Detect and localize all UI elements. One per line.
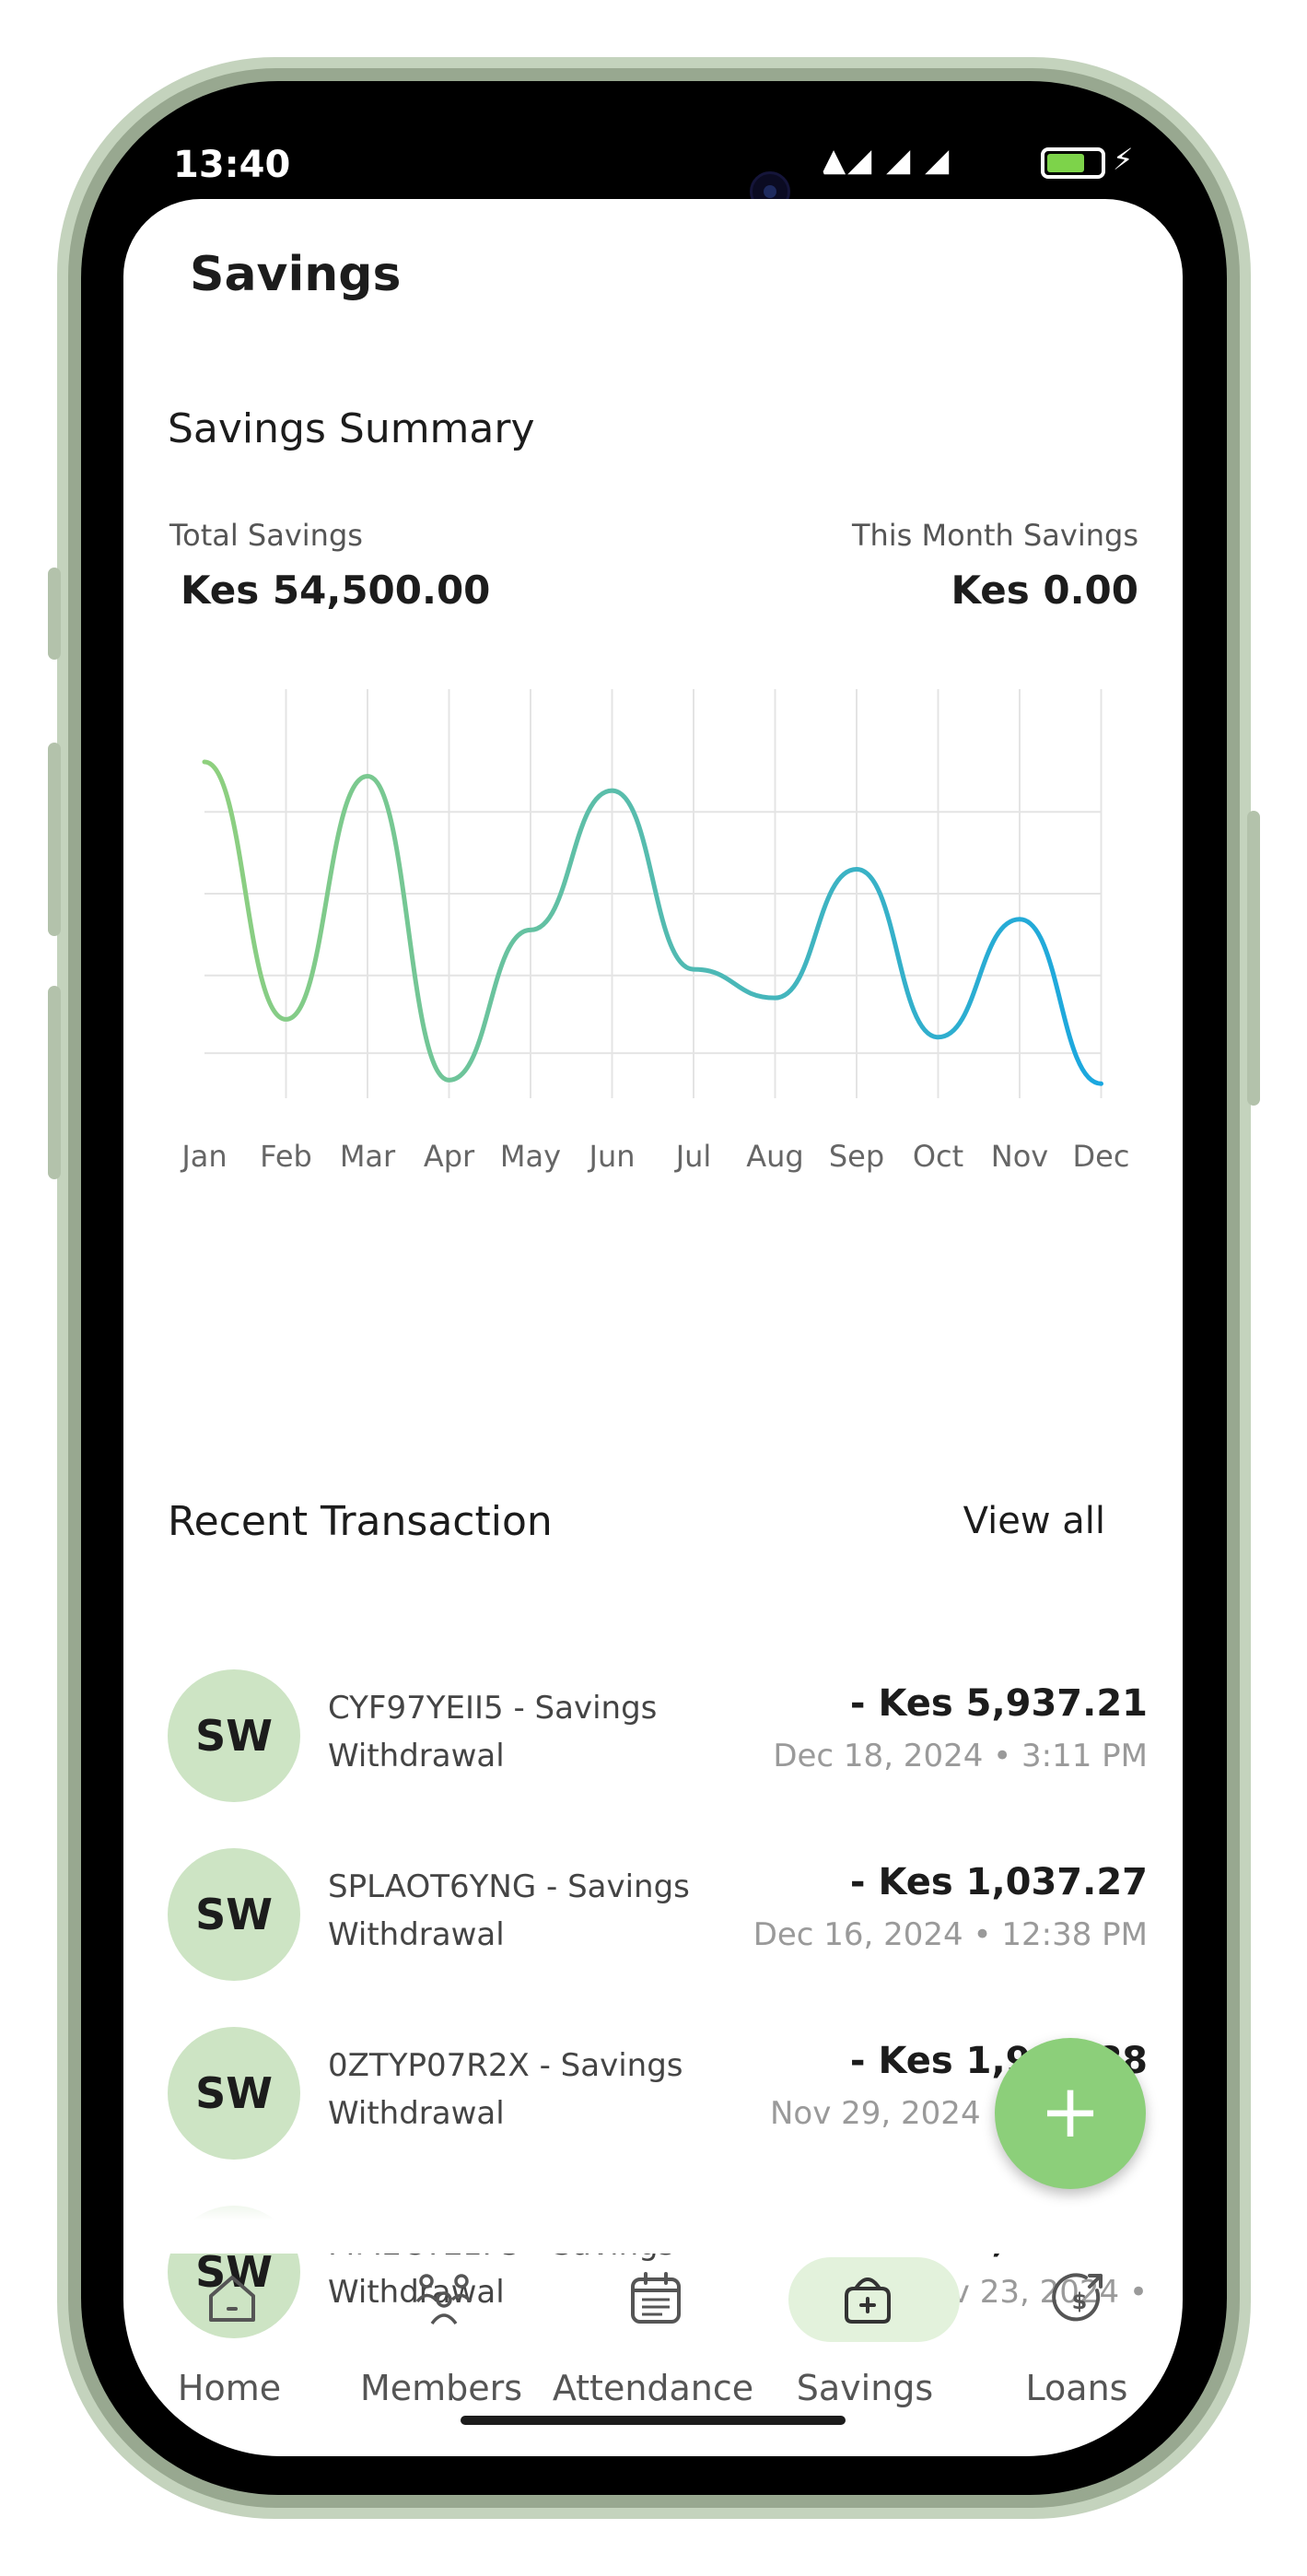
list-fade xyxy=(123,2171,1183,2254)
nav-item-loans[interactable]: $ Loans xyxy=(971,2254,1183,2438)
month-savings-label: This Month Savings xyxy=(851,518,1138,553)
transaction-item[interactable]: SW SPLAOT6YNG - Savings Withdrawal - Kes… xyxy=(123,1848,1183,1986)
home-indicator xyxy=(461,2416,846,2425)
savings-line-chart: Jan Feb Mar Apr May Jun Jul Aug Sep Oct Nov Dec xyxy=(180,689,1129,1174)
app-screen: Savings Savings Summary Total Savings Ke… xyxy=(123,199,1183,2456)
transaction-amount: - Kes 1,037.27 xyxy=(849,1861,1148,1903)
nav-item-savings[interactable]: Savings xyxy=(759,2254,971,2438)
transaction-type: Withdrawal xyxy=(328,2095,505,2132)
bottom-navigation: Home Members Attendance Savings $ Loans xyxy=(123,2254,1183,2456)
chart-x-tick-label: May xyxy=(500,1139,561,1174)
action-button xyxy=(48,568,61,660)
svg-text:$: $ xyxy=(1072,2289,1088,2314)
signal-wifi-icons: ▲◢ ◢ ◢ xyxy=(822,142,951,179)
volume-down-button xyxy=(48,986,61,1179)
chart-x-tick-label: Dec xyxy=(1073,1139,1130,1174)
nav-item-members[interactable]: Members xyxy=(335,2254,547,2438)
status-time: 13:40 xyxy=(173,144,291,186)
total-savings-label: Total Savings xyxy=(169,518,363,553)
chart-x-tick-label: Sep xyxy=(829,1139,884,1174)
transaction-avatar: SW xyxy=(168,1848,300,1981)
chart-x-ticks: Jan Feb Mar Apr May Jun Jul Aug Sep Oct Nov Dec xyxy=(180,1139,1129,1174)
chart-x-tick-label: Feb xyxy=(260,1139,312,1174)
chart-x-tick-label: Nov xyxy=(991,1139,1048,1174)
battery-icon xyxy=(1041,147,1105,179)
page-title: Savings xyxy=(190,247,402,302)
chart-x-tick-label: Mar xyxy=(340,1139,396,1174)
chart-series-line xyxy=(202,759,1103,1086)
transaction-type: Withdrawal xyxy=(328,1916,505,1953)
transaction-code: SPLAOT6YNG - Savings xyxy=(328,1868,690,1905)
add-transaction-button[interactable]: + xyxy=(995,2038,1146,2189)
charging-icon: ⚡ xyxy=(1113,142,1134,177)
transaction-date: Dec 16, 2024 • 12:38 PM xyxy=(753,1916,1148,1953)
chart-x-tick-label: Jan xyxy=(180,1139,227,1174)
transaction-code: CYF97YEII5 - Savings xyxy=(328,1690,658,1727)
calendar-icon xyxy=(631,2272,681,2324)
loans-icon: $ xyxy=(1052,2273,1103,2322)
volume-up-button xyxy=(48,743,61,936)
transaction-type: Withdrawal xyxy=(328,1738,505,1774)
home-icon xyxy=(209,2276,255,2322)
transaction-code: 0ZTYP07R2X - Savings xyxy=(328,2047,683,2084)
summary-title: Savings Summary xyxy=(168,405,535,452)
nav-item-home[interactable]: Home xyxy=(123,2254,335,2438)
chart-x-tick-label: Apr xyxy=(424,1139,475,1174)
recent-transaction-title: Recent Transaction xyxy=(168,1498,553,1545)
chart-x-tick-label: Oct xyxy=(913,1139,963,1174)
nav-label: Members xyxy=(359,2368,523,2408)
chart-x-tick-label: Aug xyxy=(746,1139,803,1174)
transaction-amount: - Kes 5,937.21 xyxy=(849,1682,1148,1725)
transaction-avatar: SW xyxy=(168,1669,300,1802)
transaction-date: Dec 18, 2024 • 3:11 PM xyxy=(773,1738,1148,1774)
nav-label: Attendance xyxy=(552,2368,754,2408)
nav-label: Home xyxy=(177,2368,282,2408)
chart-x-tick-label: Jul xyxy=(674,1139,712,1174)
nav-label: Loans xyxy=(1025,2368,1128,2408)
total-savings-value: Kes 54,500.00 xyxy=(181,568,491,613)
nav-label: Savings xyxy=(796,2368,934,2408)
nav-item-attendance[interactable]: Attendance xyxy=(547,2254,759,2438)
transaction-item[interactable]: SW CYF97YEII5 - Savings Withdrawal - Kes… xyxy=(123,1669,1183,1808)
view-all-link[interactable]: View all xyxy=(963,1500,1105,1542)
members-icon xyxy=(415,2274,473,2325)
savings-icon xyxy=(845,2277,891,2324)
chart-grid xyxy=(204,689,1103,1098)
transaction-avatar: SW xyxy=(168,2027,300,2160)
chart-x-tick-label: Jun xyxy=(588,1139,636,1174)
month-savings-value: Kes 0.00 xyxy=(951,568,1138,613)
power-button xyxy=(1247,811,1260,1106)
